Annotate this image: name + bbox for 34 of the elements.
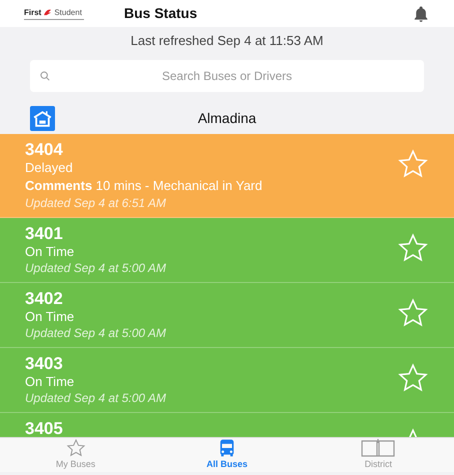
updated-time: Updated Sep 4 at 6:51 AM	[25, 195, 167, 212]
logo-text: First	[24, 8, 42, 16]
bus-card[interactable]: 3404 Delayed Comments 10 mins - Mechanical in Yard Updated Sep 4 at 6:51 AM	[0, 134, 454, 218]
page-title: Bus Status	[124, 4, 198, 23]
tab[interactable]: District	[302, 438, 454, 472]
tab[interactable]: All Buses	[151, 438, 303, 472]
bus-card[interactable]: 3402 On Time Updated Sep 4 at 5:00 AM	[0, 283, 454, 348]
logo-tagline-line	[24, 18, 84, 20]
bus-card[interactable]: 3401 On Time Updated Sep 4 at 5:00 AM	[0, 218, 454, 283]
bus-number: 3401	[25, 224, 64, 244]
search-icon	[40, 71, 50, 81]
bell-icon[interactable]	[412, 4, 430, 22]
tab[interactable]: My Buses	[0, 438, 152, 472]
bus-status: On Time	[25, 374, 76, 390]
logo-text: Student	[54, 8, 82, 16]
search-field[interactable]: Search Buses or Drivers	[30, 60, 424, 92]
school-icon	[30, 106, 55, 130]
bus-status: On Time	[25, 244, 76, 260]
bus-number: 3402	[25, 289, 64, 309]
updated-time: Updated Sep 4 at 5:00 AM	[25, 260, 167, 277]
bus-status: Delayed	[25, 160, 74, 176]
bus-comments: Comments 10 mins - Mechanical in Yard	[25, 177, 264, 195]
bus-card[interactable]: 3405	[0, 413, 454, 437]
bus-card[interactable]: 3403 On Time Updated Sep 4 at 5:00 AM	[0, 348, 454, 413]
bus-number: 3405	[25, 419, 64, 437]
last-refreshed-text: Last refreshed Sep 4 at 11:53 AM	[130, 32, 324, 50]
book-icon	[361, 438, 396, 458]
bus-status: On Time	[25, 309, 76, 325]
logo-mark-icon	[43, 8, 52, 16]
bus-number: 3404	[25, 140, 64, 160]
updated-time: Updated Sep 4 at 5:00 AM	[25, 325, 167, 342]
bus-number: 3403	[25, 354, 64, 374]
updated-time: Updated Sep 4 at 5:00 AM	[25, 390, 167, 407]
school-name: Almadina	[196, 108, 258, 128]
